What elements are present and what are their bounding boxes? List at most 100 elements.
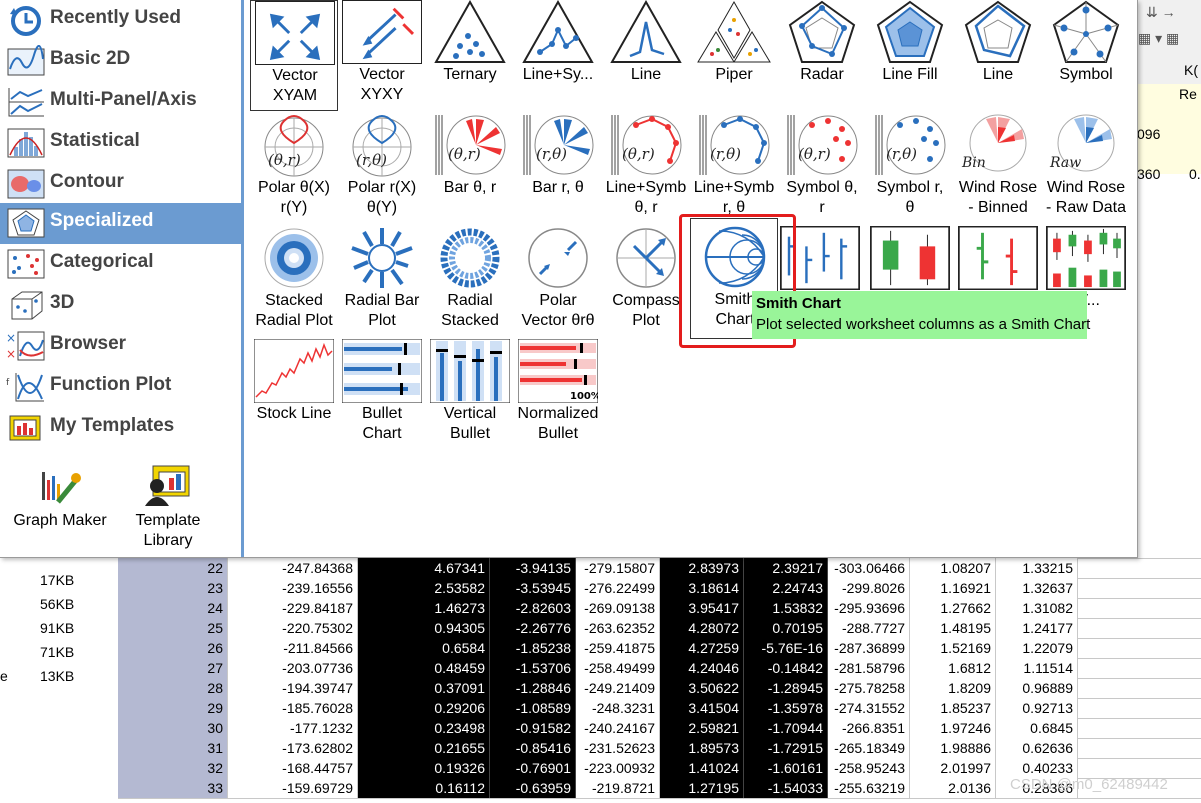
- tile-polar-r-x-theta-y[interactable]: (r,θ) Polar r(X) θ(Y): [338, 113, 426, 226]
- table-cell[interactable]: 2.59821: [660, 718, 744, 738]
- table-cell[interactable]: -220.75302: [228, 618, 358, 638]
- row-number-cell[interactable]: 27: [118, 658, 228, 678]
- table-cell[interactable]: -5.76E-16: [744, 638, 828, 658]
- table-cell[interactable]: -263.62352: [576, 618, 660, 638]
- category-browser[interactable]: × × Browser: [0, 326, 241, 367]
- table-cell[interactable]: -3.94135: [490, 558, 576, 578]
- table-cell[interactable]: -274.31552: [828, 698, 910, 718]
- row-number-cell[interactable]: 23: [118, 578, 228, 598]
- table-cell[interactable]: 2.39217: [744, 558, 828, 578]
- table-cell[interactable]: 1.48195: [910, 618, 996, 638]
- table-cell[interactable]: -173.62802: [228, 738, 358, 758]
- table-cell[interactable]: -1.28945: [744, 678, 828, 698]
- table-cell[interactable]: -203.07736: [228, 658, 358, 678]
- row-number-cell[interactable]: 24: [118, 598, 228, 618]
- tile-ternary-line-symbol[interactable]: Line+Sy...: [514, 0, 602, 113]
- table-cell[interactable]: -168.44757: [228, 758, 358, 778]
- table-row[interactable]: 23 -239.16556 2.53582 -3.53945 -276.22499 3.1…: [118, 578, 1201, 599]
- table-cell[interactable]: -194.39747: [228, 678, 358, 698]
- table-cell[interactable]: 1.41024: [660, 758, 744, 778]
- tile-polar-symbol-r-theta[interactable]: (r,θ) Symbol r, θ: [866, 113, 954, 226]
- cell-0[interactable]: 0.: [1189, 166, 1201, 182]
- table-cell[interactable]: 1.27195: [660, 778, 744, 798]
- category-statistical[interactable]: Statistical: [0, 123, 241, 164]
- table-cell[interactable]: -266.8351: [828, 718, 910, 738]
- table-cell[interactable]: -229.84187: [228, 598, 358, 618]
- table-cell[interactable]: -299.8026: [828, 578, 910, 598]
- category-basic-2d[interactable]: Basic 2D: [0, 41, 241, 82]
- row-number-cell[interactable]: 31: [118, 738, 228, 758]
- table-cell[interactable]: -279.15807: [576, 558, 660, 578]
- file-row[interactable]: e 13KB: [0, 665, 118, 689]
- table-cell[interactable]: -259.41875: [576, 638, 660, 658]
- table-cell[interactable]: 1.98886: [910, 738, 996, 758]
- tile-polar-line-symbol-r-theta[interactable]: (r,θ) Line+Symb r, θ: [690, 113, 778, 226]
- table-cell[interactable]: -1.72915: [744, 738, 828, 758]
- tile-polar-vector[interactable]: Polar Vector θrθ: [514, 226, 602, 339]
- table-cell[interactable]: 3.41504: [660, 698, 744, 718]
- table-cell[interactable]: -211.84566: [228, 638, 358, 658]
- table-cell[interactable]: -276.22499: [576, 578, 660, 598]
- table-cell[interactable]: 1.53832: [744, 598, 828, 618]
- table-row[interactable]: 30 -177.1232 0.23498 -0.91582 -240.24167 2.59…: [118, 718, 1201, 739]
- table-row[interactable]: 29 -185.76028 0.29206 -1.08589 -248.3231 3.41…: [118, 698, 1201, 719]
- table-cell[interactable]: 2.24743: [744, 578, 828, 598]
- table-row[interactable]: 28 -194.39747 0.37091 -1.28846 -249.21409 3.5…: [118, 678, 1201, 699]
- table-cell[interactable]: -231.52623: [576, 738, 660, 758]
- row-number-cell[interactable]: 32: [118, 758, 228, 778]
- table-cell[interactable]: 0.62636: [996, 738, 1078, 758]
- table-cell[interactable]: 1.24177: [996, 618, 1078, 638]
- table-cell[interactable]: 0.29206: [358, 698, 490, 718]
- table-cell[interactable]: -0.76901: [490, 758, 576, 778]
- tile-polar-bar-theta-r[interactable]: (θ,r) Bar θ, r: [426, 113, 514, 226]
- toolbar-grid-icon[interactable]: ▦ ▾ ▦: [1138, 30, 1179, 47]
- row-number-cell[interactable]: 28: [118, 678, 228, 698]
- table-cell[interactable]: 0.19326: [358, 758, 490, 778]
- table-cell[interactable]: 0.21655: [358, 738, 490, 758]
- row-number-cell[interactable]: 30: [118, 718, 228, 738]
- table-cell[interactable]: -1.85238: [490, 638, 576, 658]
- tile-polar-symbol-theta-r[interactable]: (θ,r) Symbol θ, r: [778, 113, 866, 226]
- table-cell[interactable]: -2.82603: [490, 598, 576, 618]
- row-number-cell[interactable]: 25: [118, 618, 228, 638]
- table-cell[interactable]: -2.26776: [490, 618, 576, 638]
- tile-normalized-bullet[interactable]: 100% Normalized Bullet: [514, 339, 602, 452]
- table-cell[interactable]: 1.52169: [910, 638, 996, 658]
- category-multi-panel[interactable]: Multi-Panel/Axis: [0, 82, 241, 123]
- table-cell[interactable]: -1.08589: [490, 698, 576, 718]
- table-cell[interactable]: 4.24046: [660, 658, 744, 678]
- table-cell[interactable]: 1.46273: [358, 598, 490, 618]
- table-cell[interactable]: 0.37091: [358, 678, 490, 698]
- table-cell[interactable]: -1.54033: [744, 778, 828, 798]
- table-cell[interactable]: 4.27259: [660, 638, 744, 658]
- table-cell[interactable]: -275.78258: [828, 678, 910, 698]
- table-cell[interactable]: -303.06466: [828, 558, 910, 578]
- tile-radial-bar-plot[interactable]: Radial Bar Plot: [338, 226, 426, 339]
- table-row[interactable]: 25 -220.75302 0.94305 -2.26776 -263.62352 4.2…: [118, 618, 1201, 639]
- table-cell[interactable]: 1.8209: [910, 678, 996, 698]
- row-number-cell[interactable]: 22: [118, 558, 228, 578]
- table-cell[interactable]: 2.83973: [660, 558, 744, 578]
- row-number-cell[interactable]: 29: [118, 698, 228, 718]
- tile-radar[interactable]: Radar: [778, 0, 866, 113]
- tile-polar-theta-x-r-y[interactable]: (θ,r) Polar θ(X) r(Y): [250, 113, 338, 226]
- file-row[interactable]: 71KB: [0, 641, 118, 665]
- table-cell[interactable]: 0.92713: [996, 698, 1078, 718]
- category-categorical[interactable]: Categorical: [0, 244, 241, 285]
- table-cell[interactable]: 1.27662: [910, 598, 996, 618]
- tile-radar-symbol[interactable]: Symbol: [1042, 0, 1130, 113]
- table-cell[interactable]: 1.33215: [996, 558, 1078, 578]
- table-cell[interactable]: -1.60161: [744, 758, 828, 778]
- table-cell[interactable]: 0.6845: [996, 718, 1078, 738]
- table-cell[interactable]: 0.6584: [358, 638, 490, 658]
- table-cell[interactable]: 1.16921: [910, 578, 996, 598]
- table-cell[interactable]: -281.58796: [828, 658, 910, 678]
- category-contour[interactable]: Contour: [0, 164, 241, 205]
- table-row[interactable]: 22 -247.84368 4.67341 -3.94135 -279.15807 2.8…: [118, 558, 1201, 579]
- table-cell[interactable]: 4.28072: [660, 618, 744, 638]
- row-number-cell[interactable]: 26: [118, 638, 228, 658]
- file-row[interactable]: 91KB: [0, 617, 118, 641]
- category-3d[interactable]: 3D: [0, 285, 241, 326]
- file-row[interactable]: 17KB: [0, 569, 118, 593]
- graph-maker-button[interactable]: Graph Maker: [10, 466, 110, 531]
